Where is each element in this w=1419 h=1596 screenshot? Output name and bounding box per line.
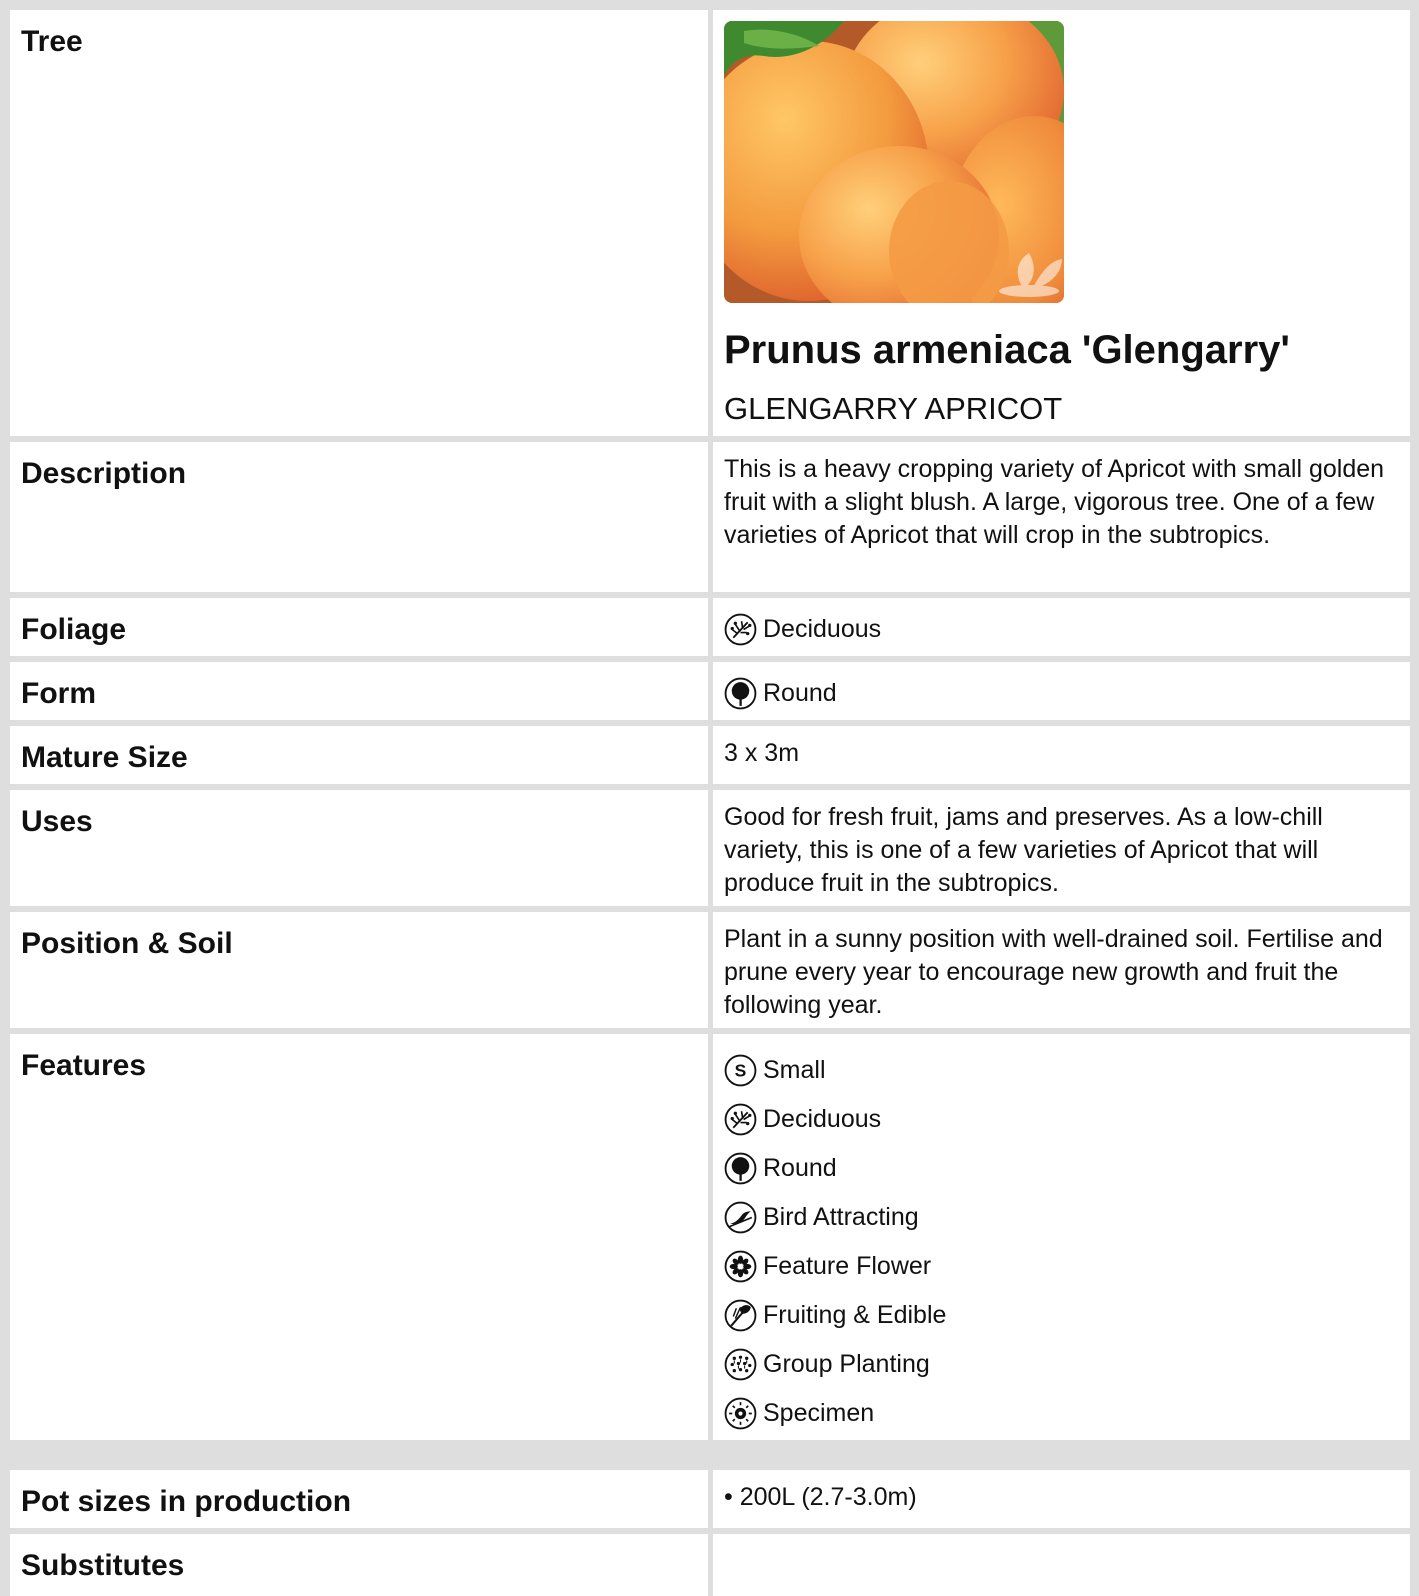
tree-label-cell: Tree [10,10,708,436]
pot-sizes-value-cell: • 200L (2.7-3.0m) [713,1470,1410,1528]
form-label-cell: Form [10,662,708,720]
tree-label: Tree [21,25,83,58]
tree-value-cell: Prunus armeniaca 'Glengarry' GLENGARRY A… [713,10,1410,436]
foliage-value: Deciduous [763,614,882,643]
feature-item: Group Planting [724,1340,1390,1389]
substitutes-label-cell: Substitutes [10,1534,708,1596]
group-planting-icon [724,1348,757,1381]
position-soil-label-cell: Position & Soil [10,912,708,1028]
feature-item: Deciduous [724,1095,1390,1144]
feature-label: Bird Attracting [763,1203,919,1231]
position-soil-value-cell: Plant in a sunny position with well-drai… [713,912,1410,1028]
description-value-cell: This is a heavy cropping variety of Apri… [713,442,1410,592]
foliage-label-cell: Foliage [10,598,708,656]
foliage-value-cell: Deciduous [713,598,1410,656]
pot-sizes-label: Pot sizes in production [21,1485,352,1518]
position-soil-text: Plant in a sunny position with well-drai… [724,925,1383,1019]
feature-label: Group Planting [763,1350,930,1378]
substitutes-label: Substitutes [21,1549,185,1582]
feature-label: Deciduous [763,1105,882,1133]
feature-label: Specimen [763,1399,875,1427]
apricot-photo [724,21,1064,303]
substitutes-value-cell [713,1534,1410,1596]
plant-details-table: Tree Prunus armeniaca 'Glengarry' GLENGA… [0,0,1419,1596]
mature-size-value-cell: 3 x 3m [713,726,1410,784]
uses-label-cell: Uses [10,790,708,906]
round-icon [724,677,757,710]
position-soil-label: Position & Soil [21,927,233,960]
bird-icon [724,1201,757,1234]
feature-item: Fruiting & Edible [724,1291,1390,1340]
specimen-icon [724,1397,757,1430]
uses-label: Uses [21,805,93,838]
feature-label: Small [763,1056,826,1084]
mature-size-label-cell: Mature Size [10,726,708,784]
uses-value-cell: Good for fresh fruit, jams and preserves… [713,790,1410,906]
deciduous-icon [724,613,757,646]
description-text: This is a heavy cropping variety of Apri… [724,455,1385,549]
form-value: Round [763,678,837,707]
features-value-cell: Small Deciduous Round Bird Attracting Fe… [713,1034,1410,1440]
round-icon [724,1152,757,1185]
pot-sizes-label-cell: Pot sizes in production [10,1470,708,1528]
features-label-cell: Features [10,1034,708,1440]
small-icon [724,1054,757,1087]
foliage-label: Foliage [21,613,127,646]
flower-icon [724,1250,757,1283]
form-value-cell: Round [713,662,1410,720]
feature-item: Specimen [724,1389,1390,1438]
foliage-item: Deciduous [724,611,1390,647]
feature-label: Round [763,1154,837,1182]
botanical-name: Prunus armeniaca 'Glengarry' [724,328,1290,372]
feature-item: Bird Attracting [724,1193,1390,1242]
uses-text: Good for fresh fruit, jams and preserves… [724,803,1323,897]
features-label: Features [21,1049,147,1082]
feature-item: Small [724,1046,1390,1095]
feature-label: Feature Flower [763,1252,932,1280]
description-label-cell: Description [10,442,708,592]
description-label: Description [21,457,187,490]
form-label: Form [21,677,96,710]
pot-size-item: • 200L (2.7-3.0m) [724,1483,917,1511]
feature-label: Fruiting & Edible [763,1301,947,1329]
mature-size-label: Mature Size [21,741,188,774]
form-item: Round [724,675,1390,711]
feature-item: Feature Flower [724,1242,1390,1291]
mature-size-value: 3 x 3m [724,739,800,767]
common-name: GLENGARRY APRICOT [724,391,1063,426]
edible-icon [724,1299,757,1332]
feature-item: Round [724,1144,1390,1193]
deciduous-icon [724,1103,757,1136]
